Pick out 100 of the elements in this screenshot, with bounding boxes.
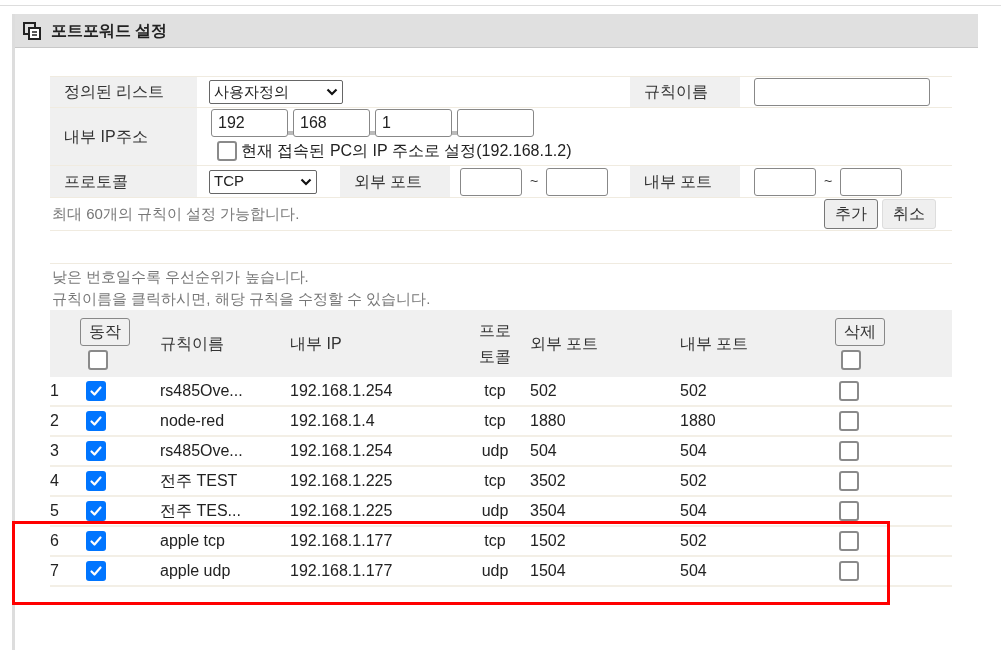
checkmark-icon [89, 444, 103, 458]
checkbox[interactable] [86, 501, 106, 521]
limit-note: 최대 60개의 규칙이 설정 가능합니다. [52, 203, 300, 224]
table-cell-text: 192.168.1.254 [290, 441, 394, 461]
table-cell-text: 192.168.1.225 [290, 501, 394, 521]
range-separator: ~ [824, 172, 833, 191]
rule-name-field[interactable] [754, 78, 930, 106]
checkbox[interactable] [839, 531, 859, 551]
table-cell-text: udp [480, 441, 510, 461]
checkmark-icon [89, 504, 103, 518]
rule-name-link[interactable]: 전주 TES... [160, 499, 290, 523]
table-cell-text: 3502 [530, 471, 567, 491]
caret-icon [326, 88, 338, 96]
table-cell-text: 192.168.1.254 [290, 381, 394, 401]
cancel-button[interactable]: 취소 [882, 199, 936, 229]
table-cell-text: 504 [680, 501, 708, 521]
row-number: 6 [50, 531, 60, 551]
rule-name-link[interactable]: rs485Ove... [160, 379, 290, 403]
table-cell-text: 1880 [680, 411, 717, 431]
checkbox-label: 현재 접속된 PC의 IP 주소로 설정(192.168.1.2) [241, 141, 572, 161]
table-cell-text: 1880 [530, 411, 567, 431]
port-field[interactable] [754, 167, 816, 196]
checkbox[interactable] [839, 561, 859, 581]
ip-octet-field[interactable]: 192 [211, 109, 288, 137]
checkbox[interactable] [86, 471, 106, 491]
add-button[interactable]: 추가 [824, 199, 878, 229]
table-cell-text: 502 [680, 471, 708, 491]
ip-octet-field[interactable]: 168 [293, 109, 370, 137]
checkbox[interactable] [839, 411, 859, 431]
checkbox[interactable] [839, 471, 859, 491]
table-cell-text: 192.168.1.225 [290, 471, 394, 491]
row-number: 3 [50, 441, 60, 461]
dot-separator [288, 131, 293, 135]
checkbox[interactable] [841, 349, 861, 370]
table-cell-text: 192.168.1.4 [290, 411, 376, 431]
table-cell-text: 504 [530, 441, 558, 461]
table-cell-text: tcp [483, 411, 507, 431]
checkbox[interactable] [86, 411, 106, 431]
table-cell-text: tcp [483, 531, 507, 551]
note-text: 규칙이름을 클릭하시면, 해당 규칙을 수정할 수 있습니다. [52, 289, 432, 309]
checkmark-icon [89, 414, 103, 428]
table-cell-text: 502 [680, 531, 708, 551]
checkbox[interactable] [839, 441, 859, 461]
row-number: 1 [50, 381, 60, 401]
rule-name-link[interactable]: apple tcp [160, 529, 290, 553]
row-number: 4 [50, 471, 60, 491]
rule-name-link[interactable]: rs485Ove... [160, 439, 290, 463]
action-button[interactable]: 동작 [80, 317, 130, 346]
rule-name-link[interactable]: node-red [160, 409, 290, 433]
field-label: 규칙이름 [630, 77, 740, 107]
row-number: 5 [50, 501, 60, 521]
table-cell-text: udp [480, 561, 510, 581]
table-cell-text: 1502 [530, 531, 567, 551]
table-cell-text: 504 [680, 441, 708, 461]
rule-name-link[interactable]: apple udp [160, 559, 290, 583]
checkbox[interactable] [88, 349, 108, 370]
checkbox[interactable] [86, 531, 106, 551]
window-icon [23, 21, 41, 40]
table-cell-text: 504 [680, 561, 708, 581]
table-cell-text: udp [480, 501, 510, 521]
field-label: 정의된 리스트 [50, 77, 197, 107]
column-header: 내부 IP [290, 333, 343, 354]
checkmark-icon [89, 474, 103, 488]
field-label: 외부 포트 [340, 166, 450, 197]
column-header: 프로 토콜 [478, 320, 512, 367]
ip-octet-field[interactable] [457, 109, 534, 137]
delete-button[interactable]: 삭제 [835, 317, 885, 346]
field-label: 내부 IP주소 [50, 108, 197, 165]
checkmark-icon [89, 384, 103, 398]
table-cell-text: 502 [680, 381, 708, 401]
table-cell-text: tcp [483, 381, 507, 401]
port-field[interactable] [546, 167, 609, 196]
dropdown[interactable]: 사용자정의 [209, 80, 343, 104]
caret-icon [300, 177, 312, 186]
dot-separator [370, 131, 375, 135]
port-field[interactable] [840, 167, 903, 196]
table-cell-text: 192.168.1.177 [290, 531, 394, 551]
range-separator: ~ [530, 172, 539, 191]
checkbox[interactable] [86, 441, 106, 461]
checkmark-icon [89, 564, 103, 578]
table-cell-text: tcp [483, 471, 507, 491]
field-label: 프로토콜 [50, 166, 197, 197]
row-number: 7 [50, 561, 60, 581]
rule-name-link[interactable]: 전주 TEST [160, 469, 290, 493]
ip-octet-field[interactable]: 1 [375, 109, 452, 137]
table-cell-text: 3504 [530, 501, 567, 521]
port-field[interactable] [460, 167, 522, 196]
checkbox[interactable] [217, 141, 237, 161]
checkbox[interactable] [86, 381, 106, 401]
dropdown[interactable]: TCP [209, 169, 317, 194]
checkmark-icon [89, 534, 103, 548]
field-label: 내부 포트 [630, 166, 740, 197]
panel-title: 포트포워드 설정 [51, 20, 168, 41]
checkbox[interactable] [839, 381, 859, 401]
column-header: 외부 포트 [530, 333, 600, 354]
table-cell-text: 1504 [530, 561, 567, 581]
dot-separator [452, 131, 457, 135]
checkbox[interactable] [839, 501, 859, 521]
column-header: 내부 포트 [680, 333, 750, 354]
checkbox[interactable] [86, 561, 106, 581]
